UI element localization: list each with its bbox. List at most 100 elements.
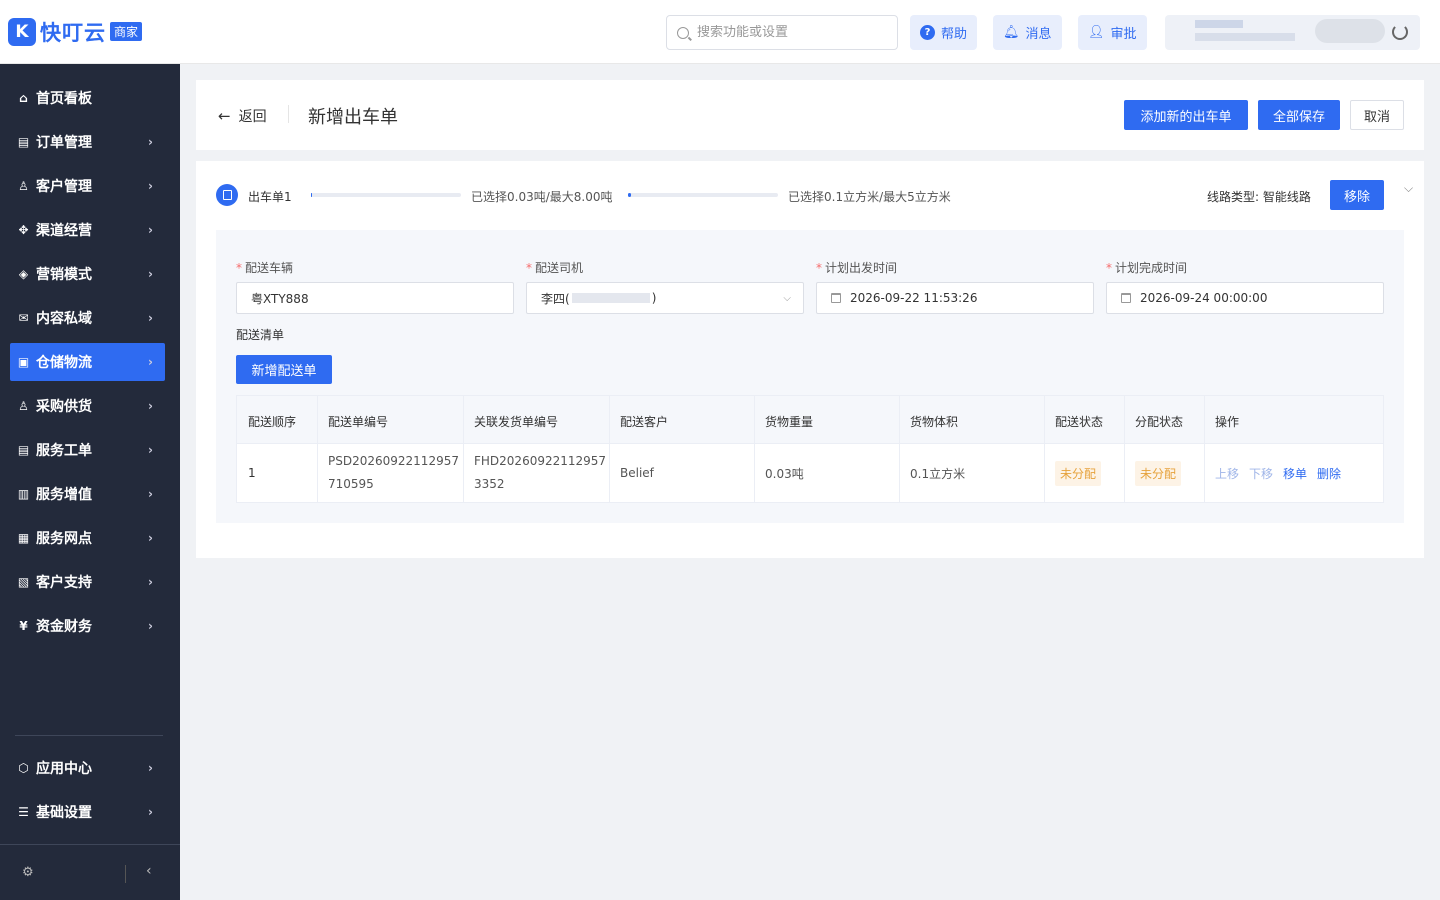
- sidebar-item[interactable]: ¥ 资金财务 ›: [10, 607, 165, 645]
- sidebar-item[interactable]: ▧ 客户支持 ›: [10, 563, 165, 601]
- sidebar-item-label: 渠道经营: [36, 223, 92, 239]
- search-input[interactable]: [697, 25, 887, 40]
- mail-icon: ✉: [18, 311, 29, 325]
- top-header: K 快叮云 商家 ? 帮助 🔔︎ 消息 👤︎ 审批: [0, 0, 1440, 64]
- help-button[interactable]: ? 帮助: [910, 15, 978, 50]
- sidebar-item[interactable]: ▤ 服务工单 ›: [10, 431, 165, 469]
- chevron-down-icon[interactable]: ⌵: [1404, 181, 1413, 196]
- yen-icon: ¥: [19, 619, 28, 633]
- route-type: 线路类型: 智能线路: [1207, 190, 1311, 204]
- sidebar-item[interactable]: ▣ 仓储物流 ›: [10, 343, 165, 381]
- sidebar-item-label: 客户支持: [36, 575, 92, 591]
- store-icon: ▦: [17, 531, 30, 545]
- user-icon: ♙: [18, 179, 29, 193]
- column-header: 货物体积: [910, 415, 959, 429]
- sidebar-item[interactable]: ♙ 采购供货 ›: [10, 387, 165, 425]
- gear-icon[interactable]: ⚙: [22, 865, 34, 880]
- sidebar-item[interactable]: ▥ 服务增值 ›: [10, 475, 165, 513]
- clipboard-icon: [216, 184, 238, 206]
- sidebar: ⌂ 首页看板 ▤ 订单管理 › ♙ 客户管理 › ✥ 渠道经营 › ◈ 营销模式 › ✉ 内容私域 › ▣ 仓储物流…: [0, 64, 180, 900]
- order-form-panel: * 配送车辆 粤XTY888 * 配送司机 李四() ⌵ * 计划出发时间 2026-…: [216, 230, 1404, 523]
- sidebar-item-label: 营销模式: [36, 267, 92, 283]
- chevron-right-icon: ›: [148, 267, 153, 281]
- add-order-button[interactable]: 添加新的出车单: [1124, 100, 1248, 130]
- logo-icon: K: [8, 17, 36, 46]
- cell-assign-status: 未分配: [1135, 444, 1182, 502]
- sidebar-item[interactable]: ⬡ 应用中心 ›: [10, 749, 165, 787]
- order-label: 出车单1: [248, 190, 292, 204]
- sidebar-item[interactable]: ✉ 内容私域 ›: [10, 299, 165, 337]
- delivery-table: 配送顺序 配送单编号 关联发货单编号 配送客户 货物重量 货物体积 配送状态 分配状态 操作 1…: [236, 395, 1384, 503]
- messages-button[interactable]: 🔔︎ 消息: [993, 15, 1062, 50]
- delete-link[interactable]: 删除: [1317, 465, 1341, 482]
- sidebar-item-label: 采购供货: [36, 399, 92, 415]
- sidebar-item-label: 客户管理: [36, 179, 92, 195]
- driver-label: * 配送司机: [526, 261, 584, 275]
- move-down-link[interactable]: 下移: [1249, 465, 1273, 482]
- move-up-link[interactable]: 上移: [1215, 465, 1239, 482]
- sidebar-item-label: 内容私域: [36, 311, 92, 327]
- start-time-picker[interactable]: 2026-09-22 11:53:26: [816, 282, 1094, 314]
- redacted-text: [1195, 33, 1295, 41]
- dispatch-order-card: 出车单1 已选择0.03吨/最大8.00吨 已选择0.1立方米/最大5立方米 线…: [196, 161, 1424, 558]
- chevron-right-icon: ›: [148, 487, 153, 501]
- vehicle-input[interactable]: 粤XTY888: [236, 282, 514, 314]
- approve-button[interactable]: 👤︎ 审批: [1078, 15, 1147, 50]
- help-icon: ?: [920, 25, 935, 40]
- end-time-label: * 计划完成时间: [1106, 261, 1188, 275]
- messages-label: 消息: [1025, 27, 1052, 42]
- bell-icon: 🔔︎: [1003, 25, 1020, 40]
- document-icon: ▤: [17, 135, 30, 149]
- column-header: 配送单编号: [328, 415, 389, 429]
- cell-delivery-no: PSD20260922112957 710595: [328, 454, 459, 491]
- chevron-right-icon: ›: [148, 761, 153, 775]
- approve-label: 审批: [1110, 27, 1137, 42]
- chevron-right-icon: ›: [148, 355, 153, 369]
- cube-icon: ⬡: [18, 761, 29, 775]
- sidebar-footer: ⚙ ‹: [0, 844, 180, 900]
- divider: [125, 865, 126, 883]
- weight-text: 已选择0.03吨/最大8.00吨: [471, 190, 613, 204]
- status-badge: 未分配: [1055, 460, 1102, 486]
- driver-select[interactable]: 李四() ⌵: [526, 282, 804, 314]
- calendar-icon: [1121, 293, 1131, 303]
- logo-text: 快叮云: [40, 20, 106, 45]
- delivery-list-label: 配送清单: [236, 328, 285, 342]
- sidebar-item[interactable]: ✥ 渠道经营 ›: [10, 211, 165, 249]
- back-button[interactable]: ← 返回: [218, 106, 267, 126]
- move-order-link[interactable]: 移单: [1283, 465, 1307, 482]
- sidebar-item[interactable]: ⌂ 首页看板: [10, 79, 165, 117]
- cell-delivery-status: 未分配: [1055, 444, 1102, 502]
- collapse-icon[interactable]: ‹: [146, 863, 152, 879]
- sidebar-item-label: 服务工单: [36, 443, 92, 459]
- redacted-text: [1195, 20, 1243, 28]
- logo[interactable]: K 快叮云 商家: [8, 17, 143, 47]
- search-box[interactable]: [666, 15, 898, 50]
- cell-weight: 0.03吨: [765, 466, 804, 481]
- sidebar-item[interactable]: ▤ 订单管理 ›: [10, 123, 165, 161]
- vehicle-label: * 配送车辆: [236, 261, 294, 275]
- sidebar-item[interactable]: ☰ 基础设置 ›: [10, 793, 165, 831]
- help-label: 帮助: [941, 27, 968, 42]
- status-badge: 未分配: [1135, 460, 1182, 486]
- chevron-right-icon: ›: [148, 619, 153, 633]
- chevron-right-icon: ›: [148, 443, 153, 457]
- user-account[interactable]: [1165, 15, 1420, 50]
- refresh-icon[interactable]: [1392, 24, 1408, 40]
- weight-progress-fill: [311, 193, 312, 197]
- purchase-icon: ♙: [18, 399, 29, 413]
- sidebar-item[interactable]: ◈ 营销模式 ›: [10, 255, 165, 293]
- page-header: ← 返回 新增出车单 添加新的出车单 全部保存 取消: [196, 80, 1424, 150]
- add-delivery-button[interactable]: 新增配送单: [236, 355, 332, 384]
- cancel-button[interactable]: 取消: [1350, 100, 1404, 130]
- sidebar-item[interactable]: ▦ 服务网点 ›: [10, 519, 165, 557]
- remove-button[interactable]: 移除: [1330, 180, 1384, 210]
- tag-icon: ◈: [18, 267, 29, 281]
- home-icon: ⌂: [19, 91, 28, 105]
- end-time-picker[interactable]: 2026-09-24 00:00:00: [1106, 282, 1384, 314]
- column-header: 配送客户: [620, 415, 669, 429]
- column-header: 配送状态: [1055, 415, 1104, 429]
- sidebar-item[interactable]: ♙ 客户管理 ›: [10, 167, 165, 205]
- save-all-button[interactable]: 全部保存: [1258, 100, 1340, 130]
- chevron-right-icon: ›: [148, 805, 153, 819]
